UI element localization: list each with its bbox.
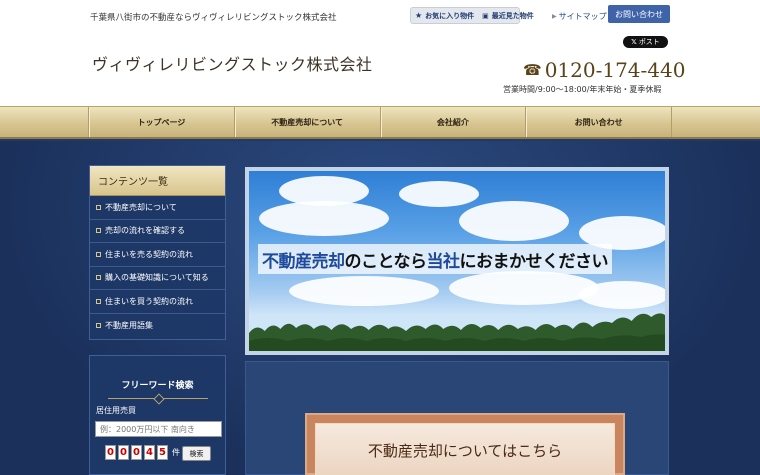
property-counter: 0 0 0 4 5 件 [105,445,180,460]
counter-digit: 0 [118,445,129,460]
recent-label: 最近見た物件 [491,11,534,20]
counter-digit: 4 [144,445,155,460]
sidebar-item-sale-flow[interactable]: 売却の流れを確認する [90,220,225,243]
sidebar-item-buying-basics[interactable]: 購入の基礎知識について知る [90,267,225,290]
sidebar-item-glossary[interactable]: 不動産用語集 [90,314,225,338]
sidebar-item-label: 不動産用語集 [105,320,153,330]
banner-text-4: におまかせください [459,251,609,272]
sidebar-item-selling[interactable]: 不動産売却について [90,196,225,220]
phone-text: 0120-174-440 [544,58,686,82]
nav-item-selling[interactable]: 不動産売却について [233,107,380,137]
favorites-label: お気に入り物件 [425,11,475,20]
nav-item-company[interactable]: 会社紹介 [379,107,526,137]
selling-info-cta[interactable]: 不動産売却についてはこちら [305,413,625,475]
banner-text-1: 不動産売却 [262,251,345,272]
cta-label: 不動産売却についてはこちら [315,423,615,475]
nav-item-contact[interactable]: お問い合わせ [525,107,672,137]
header-tagline: 千葉県八街市の不動産ならヴィヴィレリビングストック株式会社 [90,13,337,23]
site-header: 千葉県八街市の不動産ならヴィヴィレリビングストック株式会社 ★ お気に入り物件 … [0,0,760,106]
star-icon: ★ [415,11,423,20]
global-nav: トップページ 不動産売却について 会社紹介 お問い合わせ [0,106,760,139]
freeword-search-box: フリーワード検索 居住用売買 0 0 0 4 5 件 検索 [89,355,226,475]
search-button[interactable]: 検索 [182,446,211,461]
sidebar-item-label: 住まいを売る契約の流れ [105,249,193,259]
arrow-icon: ▶ [552,13,557,20]
cloud-shape [259,201,389,236]
sidebar-item-buy-contract[interactable]: 住まいを買う契約の流れ [90,290,225,314]
business-hours: 営業時間/9:00～18:00/年末年始・夏季休暇 [503,85,662,94]
recent-icon: ▣ [482,11,489,20]
bullet-icon [96,322,101,328]
header-contact-button[interactable]: お問い合わせ [608,5,670,23]
counter-digit: 0 [105,445,116,460]
tree-line [249,313,665,351]
x-logo-icon: 𝕏 [631,38,637,46]
sitemap-link[interactable]: ▶ サイトマップ [552,11,607,22]
sidebar-title: コンテンツ一覧 [90,166,225,196]
contents-sidebar: コンテンツ一覧 不動産売却について 売却の流れを確認する 住まいを売る契約の流れ… [89,165,226,340]
recent-button[interactable]: ▣ 最近見た物件 [478,8,538,23]
post-label: ポスト [638,38,660,46]
counter-digit: 0 [131,445,142,460]
x-post-button[interactable]: 𝕏 ポスト [623,36,668,48]
banner-headline: 不動産売却 のことなら 当社 におまかせください [258,244,612,274]
sidebar-item-label: 購入の基礎知識について知る [105,273,209,283]
cloud-shape [579,281,665,309]
company-logo[interactable]: ヴィヴィレリビングストック株式会社 [92,51,373,75]
search-title: フリーワード検索 [121,381,194,391]
sidebar-item-label: 住まいを買う契約の流れ [105,296,193,306]
counter-unit: 件 [172,448,180,457]
sitemap-label: サイトマップ [558,12,607,21]
sidebar-item-label: 不動産売却について [105,202,177,212]
search-category-label: 居住用売買 [96,406,136,415]
bullet-icon [96,228,101,234]
favorites-button[interactable]: ★ お気に入り物件 [411,8,478,23]
ornament-divider [108,393,208,399]
bullet-icon [96,298,101,304]
phone-number: ☎ 0120-174-440 [523,58,685,82]
bullet-icon [96,204,101,210]
counter-digit: 5 [157,445,168,460]
search-input[interactable] [95,421,222,437]
cloud-shape [459,201,569,241]
header-utility-buttons: ★ お気に入り物件 ▣ 最近見た物件 [410,7,534,24]
bullet-icon [96,275,101,281]
bullet-icon [96,251,101,257]
banner-text-2: のことなら [344,251,428,272]
banner-text-3: 当社 [426,251,461,272]
sidebar-item-label: 売却の流れを確認する [105,226,185,236]
cloud-shape [289,276,439,306]
cloud-shape [399,181,479,207]
nav-item-top[interactable]: トップページ [88,107,234,137]
hero-banner: 不動産売却 のことなら 当社 におまかせください [245,167,669,355]
cloud-shape [449,271,599,305]
phone-icon: ☎ [523,61,542,79]
sidebar-item-sell-contract[interactable]: 住まいを売る契約の流れ [90,243,225,267]
